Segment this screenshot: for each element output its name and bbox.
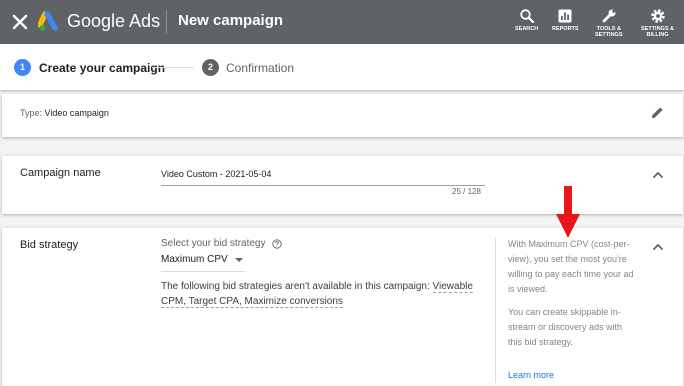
campaign-stepper: 1 Create your campaign 2 Confirmation <box>0 44 684 90</box>
settings-billing-button[interactable]: SETTINGS & BILLING <box>641 8 674 38</box>
campaign-type-value: Video campaign <box>44 108 109 118</box>
campaign-name-input[interactable] <box>161 166 485 186</box>
chevron-up-icon[interactable] <box>651 240 665 254</box>
close-icon[interactable] <box>10 12 30 32</box>
unavailable-note-text: The following bid strategies aren't avai… <box>161 281 433 292</box>
bid-strategy-help-panel: With Maximum CPV (cost-per-view), you se… <box>495 237 637 383</box>
step-1-label: Create your campaign <box>39 61 166 75</box>
character-count: 25 / 128 <box>452 187 481 196</box>
edit-pencil-icon[interactable] <box>650 105 665 120</box>
wrench-icon <box>602 9 616 23</box>
help-icon[interactable] <box>271 238 282 249</box>
bid-strategy-card: Bid strategy Select your bid strategy Ma… <box>2 228 683 386</box>
reports-icon <box>558 9 572 23</box>
step-1-number: 1 <box>14 59 31 76</box>
unavailable-strategies-note: The following bid strategies aren't avai… <box>161 279 477 309</box>
help-paragraph-cpv: With Maximum CPV (cost-per-view), you se… <box>508 239 634 294</box>
tools-settings-label: TOOLS & SETTINGS <box>595 26 623 38</box>
campaign-type: Type: Video campaign <box>20 108 109 118</box>
bid-strategy-select-label: Select your bid strategy <box>161 238 282 249</box>
bid-strategy-title: Bid strategy <box>20 239 79 251</box>
chevron-up-icon[interactable] <box>651 168 665 182</box>
help-paragraph-skippable: You can create skippable in-stream or di… <box>508 307 623 347</box>
brand-name: Google Ads <box>67 11 161 31</box>
reports-button[interactable]: REPORTS <box>552 8 579 32</box>
step-2-number: 2 <box>202 59 219 76</box>
page-title: New campaign <box>178 12 284 29</box>
settings-billing-label: SETTINGS & BILLING <box>641 26 675 38</box>
bid-strategy-selected: Maximum CPV <box>161 254 228 265</box>
bid-strategy-dropdown[interactable]: Maximum CPV <box>161 254 245 272</box>
campaign-name-title: Campaign name <box>20 167 101 179</box>
search-button[interactable]: SEARCH <box>515 8 538 32</box>
search-label: SEARCH <box>515 26 539 32</box>
top-app-bar: Google Ads New campaign SEARCH REPORTS T… <box>0 0 684 44</box>
google-ads-logo-icon <box>38 11 58 31</box>
red-annotation-arrow-icon <box>556 186 580 238</box>
learn-more-link[interactable]: Learn more <box>508 368 554 383</box>
bid-select-label-text: Select your bid strategy <box>161 238 266 249</box>
gear-icon <box>650 9 665 23</box>
dropdown-caret-icon <box>234 257 243 262</box>
step-2-label: Confirmation <box>226 61 295 75</box>
tools-settings-button[interactable]: TOOLS & SETTINGS <box>595 8 623 38</box>
title-divider <box>166 10 167 34</box>
reports-label: REPORTS <box>552 26 579 32</box>
campaign-type-prefix: Type: <box>20 108 45 118</box>
step-connector <box>152 67 194 68</box>
campaign-type-card: Type: Video campaign <box>2 94 683 137</box>
search-icon <box>519 9 534 24</box>
